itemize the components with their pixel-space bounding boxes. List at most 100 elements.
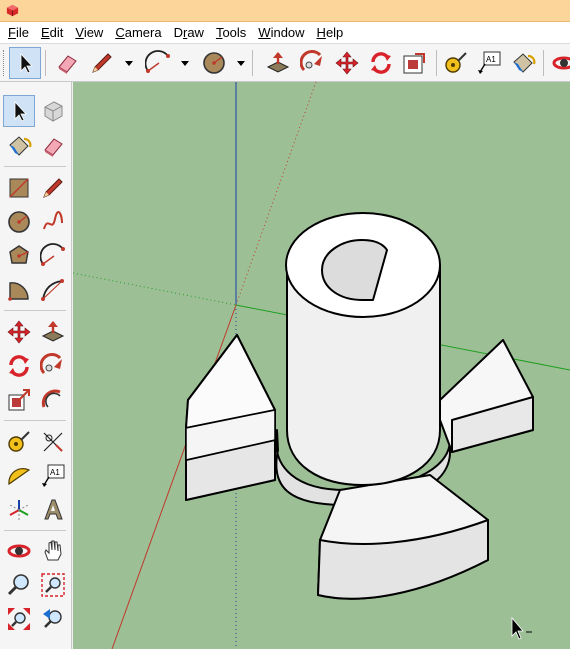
model-canvas[interactable] — [73, 82, 570, 649]
text-tool[interactable]: A1 — [37, 460, 69, 492]
menu-camera[interactable]: Camera — [109, 23, 167, 43]
follow-me-button[interactable] — [297, 47, 329, 79]
3d-text-tool[interactable] — [37, 494, 69, 526]
two-point-arc-tool[interactable] — [37, 274, 69, 306]
toolbar-separator — [4, 530, 66, 531]
tape-measure-button[interactable] — [440, 47, 472, 79]
eraser-button[interactable] — [51, 47, 83, 79]
push-pull-icon — [41, 321, 65, 342]
previous-view-tool[interactable] — [37, 603, 69, 635]
protractor-icon — [8, 468, 31, 486]
rotate-icon — [9, 355, 29, 377]
menu-help[interactable]: Help — [311, 23, 350, 43]
tape-measure-tool[interactable] — [3, 426, 35, 458]
select-tool[interactable] — [3, 95, 35, 127]
zoom-window-tool[interactable] — [37, 569, 69, 601]
getting-started-toolbar: A1 — [0, 44, 570, 82]
line-tool[interactable] — [37, 172, 69, 204]
eraser-icon — [58, 55, 77, 74]
paint-bucket-button[interactable] — [507, 47, 539, 79]
tape-measure-icon — [445, 52, 467, 73]
zoom-extents-icon — [8, 608, 30, 630]
eraser-icon — [44, 138, 63, 157]
orbit-icon — [552, 56, 570, 70]
orbit-button[interactable] — [548, 47, 570, 79]
rectangle-tool[interactable] — [3, 172, 35, 204]
circle-button[interactable] — [198, 47, 230, 79]
arc-icon — [40, 243, 65, 266]
follow-me-tool[interactable] — [37, 350, 69, 382]
menu-draw[interactable]: Draw — [168, 23, 210, 43]
tape-measure-icon — [8, 431, 30, 452]
menu-edit[interactable]: Edit — [35, 23, 69, 43]
pie-tool[interactable] — [3, 274, 35, 306]
axes-icon — [9, 500, 29, 520]
zoom-extents-tool[interactable] — [3, 603, 35, 635]
pan-hand-icon — [44, 540, 62, 561]
make-component-tool[interactable] — [37, 95, 69, 127]
toolbar-separator — [252, 50, 253, 76]
text-button[interactable]: A1 — [473, 47, 505, 79]
hub-model[interactable] — [185, 212, 534, 600]
push-pull-button[interactable] — [262, 47, 294, 79]
toolbar-separator — [543, 50, 544, 76]
toolbar-separator — [45, 50, 46, 76]
freehand-tool[interactable] — [37, 206, 69, 238]
arc-dropdown-icon[interactable] — [180, 58, 190, 68]
select-button[interactable] — [9, 47, 41, 79]
zoom-tool[interactable] — [3, 569, 35, 601]
menu-window[interactable]: Window — [252, 23, 310, 43]
eraser-tool[interactable] — [37, 130, 69, 162]
circle-icon — [203, 52, 225, 74]
move-button[interactable] — [331, 47, 363, 79]
text-label-icon: A1 — [42, 464, 65, 487]
dimension-tool[interactable] — [37, 426, 69, 458]
polygon-icon — [9, 245, 29, 264]
line-dropdown-icon[interactable] — [124, 58, 134, 68]
paint-bucket-tool[interactable] — [3, 130, 35, 162]
select-arrow-icon — [20, 52, 33, 74]
rotate-button[interactable] — [365, 47, 397, 79]
freehand-icon — [43, 211, 63, 230]
move-tool[interactable] — [3, 316, 35, 348]
text-label-icon: A1 — [478, 51, 501, 74]
move-icon — [335, 51, 359, 75]
sketchup-window: File Edit View Camera Draw Tools Window … — [0, 0, 570, 649]
toolbar-separator — [4, 166, 66, 167]
move-icon — [7, 320, 31, 344]
arc-tool[interactable] — [37, 240, 69, 272]
toolbar-separator — [4, 420, 66, 421]
circle-dropdown-icon[interactable] — [236, 58, 246, 68]
svg-text:A1: A1 — [486, 55, 496, 64]
3d-text-icon — [44, 499, 63, 520]
rotate-tool[interactable] — [3, 350, 35, 382]
pencil-line-icon — [92, 53, 112, 73]
two-point-arc-icon — [41, 279, 64, 301]
arc-icon — [145, 50, 170, 73]
circle-tool[interactable] — [3, 206, 35, 238]
paint-bucket-icon — [513, 53, 536, 73]
orbit-tool[interactable] — [3, 535, 35, 567]
menu-tools[interactable]: Tools — [210, 23, 252, 43]
select-arrow-icon — [14, 100, 27, 122]
toolbar-grip[interactable] — [3, 50, 6, 76]
scale-tool[interactable] — [3, 384, 35, 416]
modeling-viewport[interactable] — [73, 82, 570, 649]
protractor-tool[interactable] — [3, 460, 35, 492]
previous-view-icon — [43, 609, 62, 628]
axes-tool[interactable] — [3, 494, 35, 526]
push-pull-tool[interactable] — [37, 316, 69, 348]
toolbar-separator — [436, 50, 437, 76]
pan-tool[interactable] — [37, 535, 69, 567]
rectangle-icon — [9, 178, 29, 198]
polygon-tool[interactable] — [3, 240, 35, 272]
menu-view[interactable]: View — [69, 23, 109, 43]
arc-button[interactable] — [142, 47, 174, 79]
line-button[interactable] — [86, 47, 118, 79]
zoom-window-icon — [41, 573, 65, 597]
offset-tool[interactable] — [37, 384, 69, 416]
sketchup-logo-icon[interactable] — [5, 3, 20, 18]
offset-button[interactable] — [398, 47, 430, 79]
menu-file[interactable]: File — [2, 23, 35, 43]
svg-text:A1: A1 — [50, 468, 60, 477]
